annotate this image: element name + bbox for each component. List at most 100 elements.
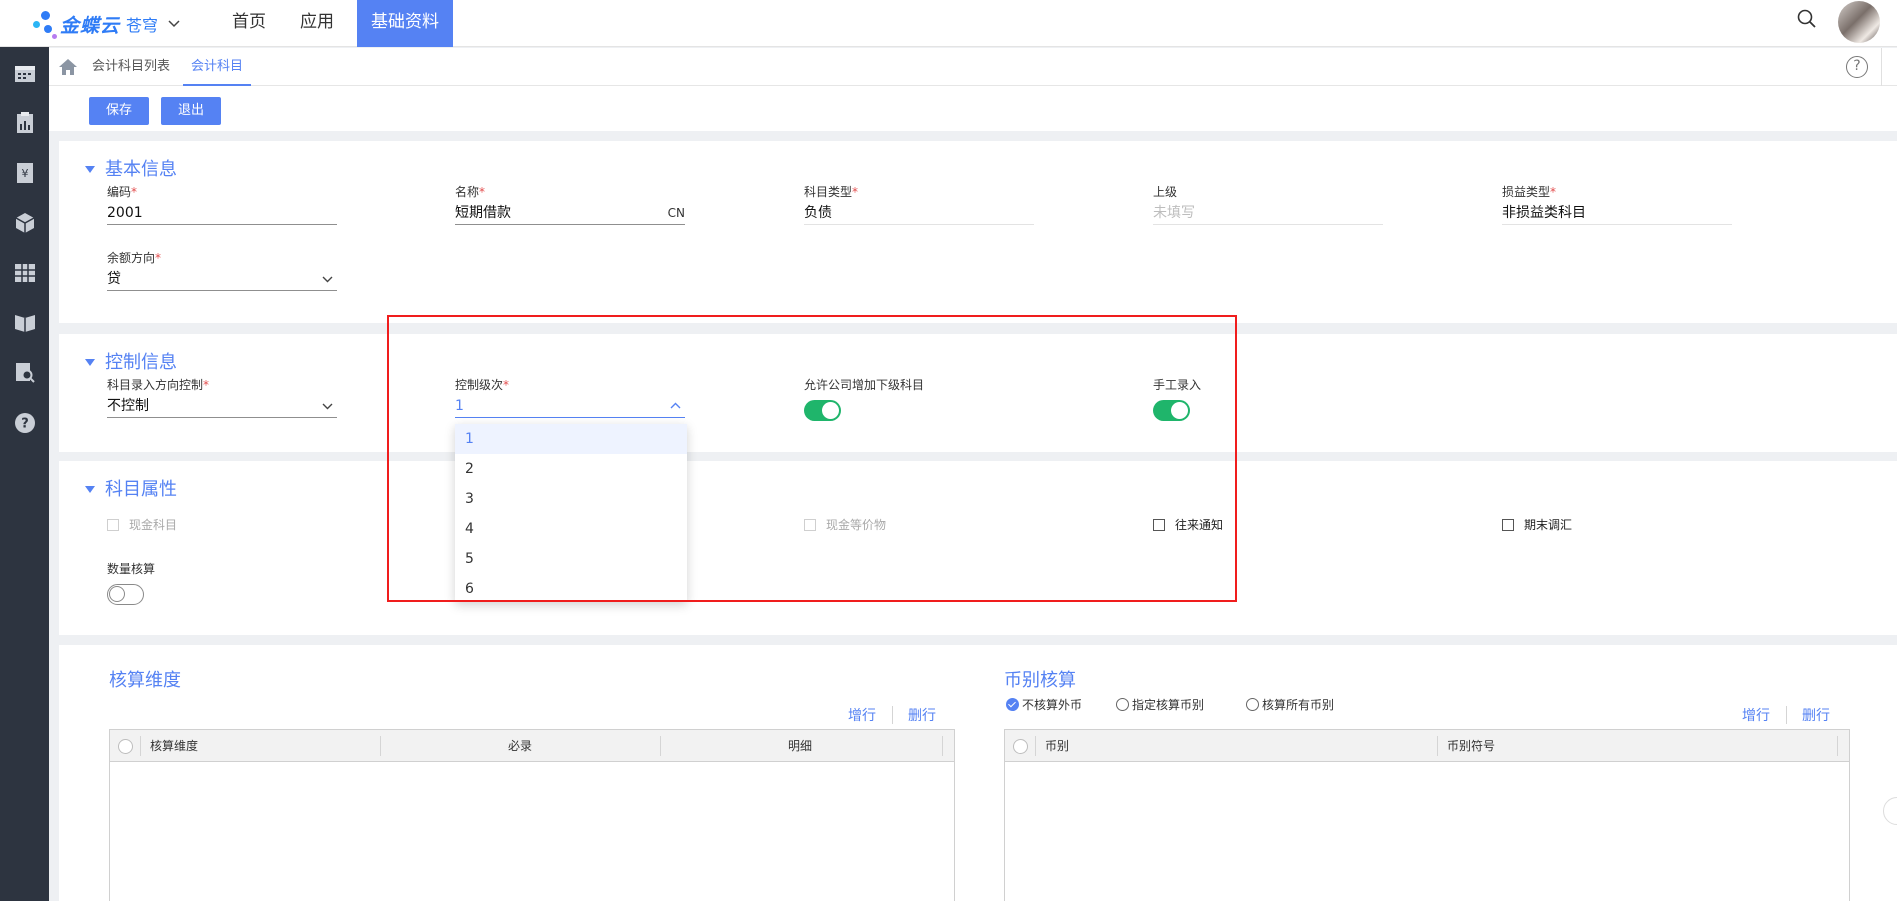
code-input[interactable]: 2001 bbox=[107, 201, 337, 225]
column-header[interactable]: 币别 bbox=[1045, 730, 1069, 762]
collapse-triangle-icon[interactable] bbox=[85, 358, 95, 366]
collapse-triangle-icon[interactable] bbox=[85, 165, 95, 173]
checkbox-box bbox=[804, 518, 816, 531]
field-label: 科目录入方向控制* bbox=[107, 378, 210, 392]
field-label: 损益类型* bbox=[1502, 185, 1557, 199]
tab-account-list[interactable]: 会计科目列表 bbox=[92, 48, 170, 86]
help-icon[interactable]: ? bbox=[12, 410, 37, 435]
cash-subject-checkbox[interactable]: 现金科目 bbox=[107, 516, 177, 533]
column-header[interactable]: 核算维度 bbox=[150, 730, 198, 762]
column-header[interactable]: 币别符号 bbox=[1447, 730, 1495, 762]
select-value: 贷 bbox=[107, 271, 121, 287]
language-suffix[interactable]: CN bbox=[668, 201, 685, 225]
section-attributes: 科目属性 现金科目 现金等价物 往来通知 期末调汇 数量核算 bbox=[59, 461, 1897, 635]
divider bbox=[1437, 736, 1438, 756]
dimension-add-row-button[interactable]: 增行 bbox=[848, 705, 876, 725]
chevron-up-icon[interactable] bbox=[670, 402, 681, 409]
subject-type-input[interactable]: 负债 bbox=[804, 201, 1034, 225]
radio-label: 核算所有币别 bbox=[1262, 698, 1335, 712]
column-header[interactable]: 明细 bbox=[660, 730, 940, 762]
ledger-book-icon[interactable] bbox=[12, 309, 37, 334]
nav-home[interactable]: 首页 bbox=[215, 0, 283, 47]
section-basic-info-title[interactable]: 基本信息 bbox=[85, 155, 177, 181]
parent-field: 上级 未填写 bbox=[1153, 184, 1383, 225]
chevron-down-icon[interactable] bbox=[322, 276, 333, 283]
pl-type-input[interactable]: 非损益类科目 bbox=[1502, 201, 1732, 225]
tab-account-subject[interactable]: 会计科目 bbox=[183, 48, 252, 86]
report-search-icon[interactable] bbox=[12, 360, 37, 385]
section-basic-info: 基本信息 编码* 2001 名称* 短期借款 CN 科目类型* 负债 上级 未填写… bbox=[59, 141, 1897, 323]
quantity-accounting-toggle[interactable] bbox=[107, 584, 144, 605]
manual-entry-toggle[interactable] bbox=[1153, 400, 1190, 421]
divider bbox=[1837, 736, 1838, 756]
voucher-yen-icon[interactable]: ¥ bbox=[12, 160, 37, 185]
save-button[interactable]: 保存 bbox=[89, 97, 149, 125]
allow-add-sub-toggle[interactable] bbox=[804, 400, 841, 421]
grid-header: 核算维度 必录 明细 bbox=[110, 729, 954, 762]
divider bbox=[942, 736, 943, 756]
currency-option-all[interactable]: 核算所有币别 bbox=[1246, 696, 1334, 713]
dropdown-option[interactable]: 1 bbox=[455, 424, 687, 454]
checkbox-label: 现金等价物 bbox=[826, 518, 887, 532]
currency-option-specified[interactable]: 指定核算币别 bbox=[1116, 696, 1204, 713]
chevron-down-icon[interactable] bbox=[168, 17, 180, 32]
field-label: 数量核算 bbox=[107, 562, 156, 576]
control-level-select[interactable]: 1 bbox=[455, 394, 685, 418]
dropdown-option[interactable]: 2 bbox=[455, 454, 687, 484]
brand-logo[interactable]: 金蝶云 苍穹 bbox=[32, 8, 180, 40]
currency-delete-row-button[interactable]: 删行 bbox=[1802, 705, 1830, 725]
dimension-delete-row-button[interactable]: 删行 bbox=[908, 705, 936, 725]
balance-direction-select[interactable]: 贷 bbox=[107, 267, 337, 291]
contact-notice-checkbox[interactable]: 往来通知 bbox=[1153, 516, 1223, 533]
currency-grid: 币别 币别符号 bbox=[1004, 729, 1850, 901]
calendar-icon[interactable] bbox=[12, 60, 37, 85]
nav-basic-data[interactable]: 基础资料 bbox=[357, 0, 453, 47]
section-title-text: 科目属性 bbox=[105, 479, 177, 500]
select-all-checkbox[interactable] bbox=[1013, 739, 1028, 754]
balance-direction-field: 余额方向* 贷 bbox=[107, 250, 337, 291]
dropdown-option[interactable]: 3 bbox=[455, 484, 687, 514]
checkbox-box bbox=[1502, 518, 1514, 531]
select-all-checkbox[interactable] bbox=[118, 739, 133, 754]
column-header[interactable]: 必录 bbox=[380, 730, 660, 762]
chevron-down-icon[interactable] bbox=[322, 403, 333, 410]
select-value: 不控制 bbox=[107, 398, 149, 414]
section-attributes-title[interactable]: 科目属性 bbox=[85, 475, 177, 501]
pl-type-field: 损益类型* 非损益类科目 bbox=[1502, 184, 1732, 225]
question-circle-icon[interactable]: ? bbox=[1846, 56, 1868, 78]
field-label: 允许公司增加下级科目 bbox=[804, 378, 925, 392]
clipboard-chart-icon[interactable] bbox=[12, 110, 37, 135]
radio-circle bbox=[1116, 698, 1129, 711]
currency-option-none[interactable]: 不核算外币 bbox=[1006, 696, 1082, 713]
entry-direction-select[interactable]: 不控制 bbox=[107, 394, 337, 418]
control-level-dropdown: 1 2 3 4 5 6 bbox=[455, 424, 687, 602]
logo-text: 金蝶云 bbox=[60, 14, 121, 37]
exit-button[interactable]: 退出 bbox=[161, 97, 221, 125]
cube-icon[interactable] bbox=[12, 210, 37, 235]
parent-input[interactable]: 未填写 bbox=[1153, 201, 1383, 225]
dropdown-option[interactable]: 5 bbox=[455, 544, 687, 574]
search-icon[interactable] bbox=[1796, 8, 1822, 34]
nav-apps[interactable]: 应用 bbox=[283, 0, 351, 47]
dropdown-option[interactable]: 4 bbox=[455, 514, 687, 544]
name-input[interactable]: 短期借款 CN bbox=[455, 201, 685, 225]
divider bbox=[892, 706, 893, 724]
app-root: 金蝶云 苍穹 首页 应用 基础资料 ¥ ? 会计科目列表 会计科目 ? 保存 退… bbox=[0, 0, 1897, 901]
divider bbox=[1035, 736, 1036, 756]
section-control-info-title[interactable]: 控制信息 bbox=[85, 348, 177, 374]
table-grid-icon[interactable] bbox=[12, 260, 37, 285]
select-value: 1 bbox=[455, 398, 464, 414]
collapse-triangle-icon[interactable] bbox=[85, 485, 95, 493]
user-avatar[interactable] bbox=[1838, 1, 1880, 43]
checkbox-label: 往来通知 bbox=[1175, 518, 1224, 532]
sidebar: ¥ ? bbox=[0, 47, 49, 901]
currency-add-row-button[interactable]: 增行 bbox=[1742, 705, 1770, 725]
svg-text:¥: ¥ bbox=[21, 167, 28, 180]
entry-direction-field: 科目录入方向控制* 不控制 bbox=[107, 377, 337, 418]
cash-equivalent-checkbox[interactable]: 现金等价物 bbox=[804, 516, 886, 533]
dropdown-option[interactable]: 6 bbox=[455, 574, 687, 602]
period-end-adjust-checkbox[interactable]: 期末调汇 bbox=[1502, 516, 1572, 533]
action-toolbar: 保存 退出 bbox=[49, 86, 1897, 131]
home-icon[interactable] bbox=[58, 58, 78, 76]
toggle-knob bbox=[1171, 402, 1188, 419]
